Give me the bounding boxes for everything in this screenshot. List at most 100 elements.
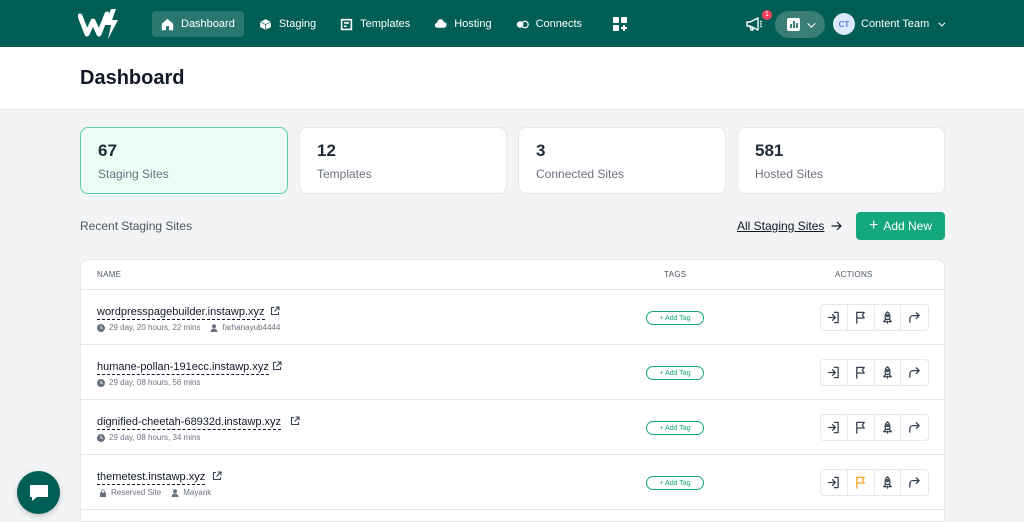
stat-value: 12 — [317, 141, 336, 160]
main-nav: Dashboard Staging Templates Hosting Conn… — [152, 11, 628, 37]
add-new-button[interactable]: + Add New — [856, 212, 945, 240]
cube-icon — [259, 17, 272, 31]
site-reserved: Reserved Site — [111, 488, 162, 497]
stat-card-hosted-sites[interactable]: 581 Hosted Sites — [737, 127, 945, 194]
login-icon — [828, 476, 840, 489]
nav-staging[interactable]: Staging — [250, 11, 325, 37]
row-actions — [820, 469, 929, 496]
login-icon — [828, 311, 840, 324]
site-uptime: 29 day, 08 hours, 56 mins — [109, 378, 201, 387]
external-link-icon[interactable] — [212, 471, 222, 481]
add-tag-button[interactable]: + Add Tag — [646, 476, 704, 490]
share-button[interactable] — [901, 360, 928, 385]
user-menu[interactable]: CT Content Team — [833, 13, 946, 35]
external-link-icon[interactable] — [272, 361, 282, 371]
flag-icon — [856, 421, 865, 434]
chat-icon — [29, 484, 48, 501]
nav-staging-label: Staging — [278, 18, 317, 30]
analytics-dropdown[interactable] — [775, 11, 825, 38]
table-row: themetest.instawp.xyz Reserved Site Maya… — [81, 455, 944, 510]
share-arrow-icon — [909, 367, 920, 378]
external-link-icon[interactable] — [270, 306, 280, 316]
clock-icon — [97, 378, 105, 387]
flag-button[interactable] — [848, 470, 875, 495]
share-arrow-icon — [909, 312, 920, 323]
site-owner: Mayank — [183, 488, 212, 497]
stat-value: 3 — [536, 141, 546, 160]
login-button[interactable] — [821, 360, 848, 385]
megaphone-icon[interactable] — [745, 15, 763, 33]
instawp-logo[interactable] — [78, 8, 120, 40]
clock-icon — [97, 433, 105, 442]
nav-templates[interactable]: Templates — [331, 11, 419, 37]
deploy-button[interactable] — [875, 470, 902, 495]
nav-connects-label: Connects — [535, 18, 583, 30]
lock-icon — [100, 489, 106, 497]
login-button[interactable] — [821, 305, 848, 330]
flag-button[interactable] — [848, 305, 875, 330]
flag-icon — [856, 476, 865, 489]
user-name: Content Team — [861, 18, 930, 30]
chat-widget-button[interactable] — [17, 471, 60, 514]
site-name-link[interactable]: themetest.instawp.xyz — [97, 471, 206, 485]
nav-hosting[interactable]: Hosting — [425, 11, 500, 37]
template-icon — [340, 18, 353, 30]
flag-button[interactable] — [848, 360, 875, 385]
column-header-name: NAME — [97, 270, 122, 279]
nav-hosting-label: Hosting — [454, 18, 492, 30]
stat-value: 67 — [98, 141, 117, 160]
add-new-label: Add New — [883, 219, 933, 233]
site-meta: Reserved Site Mayank — [99, 488, 211, 497]
column-header-tags: TAGS — [664, 270, 687, 279]
avatar: CT — [833, 13, 855, 35]
flag-button[interactable] — [848, 415, 875, 440]
site-owner: farhanayub4444 — [222, 323, 281, 332]
chevron-down-icon — [938, 19, 946, 27]
add-tag-button[interactable]: + Add Tag — [646, 311, 704, 325]
login-button[interactable] — [821, 415, 848, 440]
all-staging-sites-link[interactable]: All Staging Sites — [737, 219, 824, 233]
stat-card-connected-sites[interactable]: 3 Connected Sites — [518, 127, 726, 194]
login-icon — [828, 421, 840, 434]
stat-card-templates[interactable]: 12 Templates — [299, 127, 507, 194]
row-actions — [820, 414, 929, 441]
stat-value: 581 — [755, 141, 784, 160]
top-navigation: Dashboard Staging Templates Hosting Conn… — [0, 0, 1024, 47]
user-icon — [171, 488, 179, 497]
recent-staging-title: Recent Staging Sites — [80, 219, 193, 233]
deploy-button[interactable] — [875, 305, 902, 330]
stat-card-staging-sites[interactable]: 67 Staging Sites — [80, 127, 288, 194]
site-meta: 29 day, 20 hours, 22 mins farhanayub4444 — [97, 323, 280, 332]
add-tag-button[interactable]: + Add Tag — [646, 421, 704, 435]
row-actions — [820, 359, 929, 386]
cloud-icon — [435, 18, 447, 28]
connect-icon — [516, 20, 529, 28]
user-icon — [210, 323, 218, 332]
arrow-right-icon — [831, 221, 842, 231]
site-uptime: 29 day, 20 hours, 22 mins — [109, 323, 201, 332]
share-button[interactable] — [901, 415, 928, 440]
nav-dashboard[interactable]: Dashboard — [152, 11, 244, 37]
share-button[interactable] — [901, 305, 928, 330]
chevron-down-icon — [807, 18, 816, 28]
share-button[interactable] — [901, 470, 928, 495]
clock-icon — [97, 323, 105, 332]
stat-label: Templates — [317, 167, 372, 181]
site-name-link[interactable]: humane-pollan-191ecc.instawp.xyz — [97, 361, 269, 375]
site-name-link[interactable]: dignified-cheetah-68932d.instawp.xyz — [97, 416, 282, 430]
external-link-icon[interactable] — [290, 416, 300, 426]
deploy-button[interactable] — [875, 415, 902, 440]
table-row: wordpresspagebuilder.instawp.xyz 29 day,… — [81, 290, 944, 345]
add-tag-button[interactable]: + Add Tag — [646, 366, 704, 380]
deploy-button[interactable] — [875, 360, 902, 385]
notification-badge: 1 — [762, 10, 772, 20]
page-header: Dashboard — [0, 47, 1024, 110]
home-icon — [161, 18, 174, 30]
site-name-link[interactable]: wordpresspagebuilder.instawp.xyz — [97, 306, 265, 320]
rocket-icon — [883, 311, 892, 324]
share-arrow-icon — [909, 422, 920, 433]
nav-connects[interactable]: Connects — [507, 11, 591, 37]
apps-grid-icon[interactable] — [613, 17, 628, 31]
stat-label: Connected Sites — [536, 167, 625, 181]
login-button[interactable] — [821, 470, 848, 495]
